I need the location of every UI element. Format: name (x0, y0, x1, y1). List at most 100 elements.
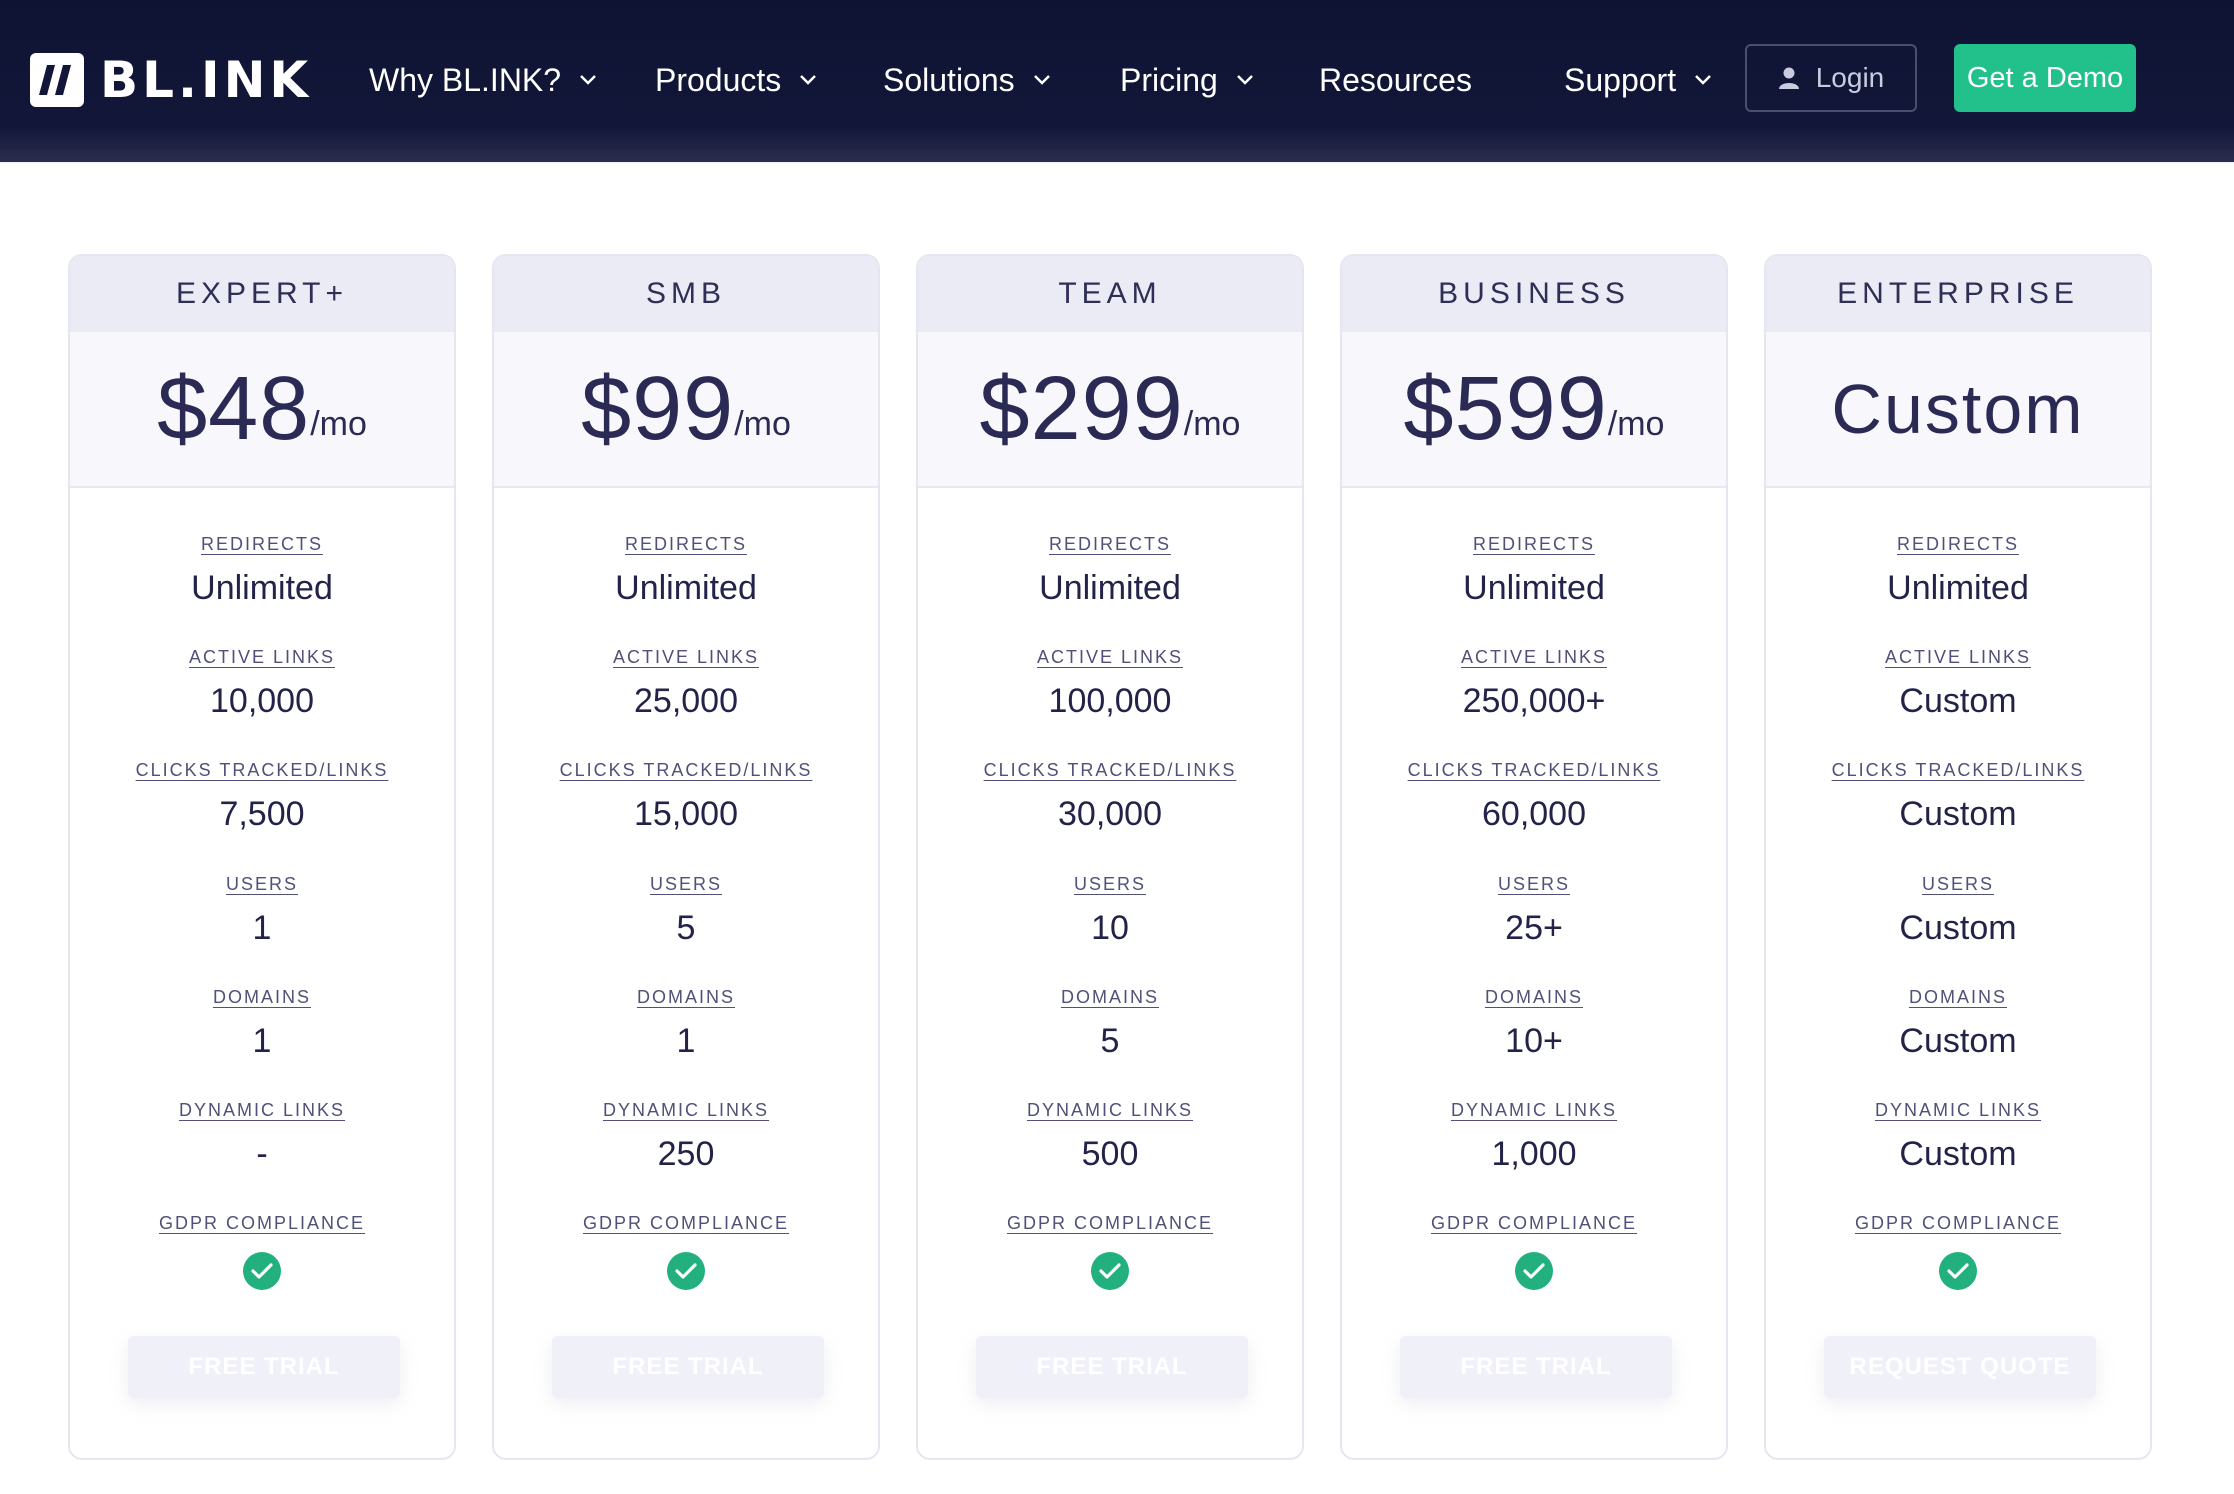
feature-label[interactable]: DYNAMIC LINKS (1766, 1100, 2150, 1121)
feature-label[interactable]: DYNAMIC LINKS (1342, 1100, 1726, 1121)
feature-value: 25+ (1505, 909, 1563, 947)
feature-value: Custom (1899, 1135, 2017, 1173)
feature-label[interactable]: DOMAINS (1342, 987, 1726, 1008)
feature-value: 5 (676, 909, 696, 947)
feature-label[interactable]: CLICKS TRACKED/LINKS (918, 760, 1302, 781)
plan-feature: USERS 25+ (1342, 874, 1726, 948)
plan-feature-gdpr: GDPR COMPLIANCE (494, 1213, 878, 1290)
feature-label[interactable]: GDPR COMPLIANCE (494, 1213, 878, 1234)
feature-label[interactable]: DYNAMIC LINKS (494, 1100, 878, 1121)
user-icon (1778, 67, 1799, 89)
plan-cta-button[interactable]: FREE TRIAL (552, 1336, 824, 1398)
plan-price-row: $299/mo (918, 332, 1302, 488)
feature-label[interactable]: GDPR COMPLIANCE (70, 1213, 454, 1234)
feature-value: Unlimited (1887, 569, 2029, 607)
plan-card: EXPERT+ $48/mo REDIRECTS Unlimited ACTIVE LI… (68, 254, 456, 1460)
plan-feature: DOMAINS Custom (1766, 987, 2150, 1061)
feature-label[interactable]: REDIRECTS (494, 534, 878, 555)
plan-price-unit: /mo (1183, 404, 1241, 443)
feature-label[interactable]: REDIRECTS (70, 534, 454, 555)
feature-value: Custom (1899, 909, 2017, 947)
chevron-down-icon (1695, 75, 1711, 85)
plan-feature: ACTIVE LINKS Custom (1766, 647, 2150, 721)
plan-feature: REDIRECTS Unlimited (1342, 534, 1726, 608)
feature-label[interactable]: GDPR COMPLIANCE (918, 1213, 1302, 1234)
plan-cta-button[interactable]: FREE TRIAL (976, 1336, 1248, 1398)
feature-value: 1 (676, 1022, 696, 1060)
plan-price-row: $599/mo (1342, 332, 1726, 488)
feature-label[interactable]: ACTIVE LINKS (70, 647, 454, 668)
feature-label[interactable]: USERS (70, 874, 454, 895)
plan-card: BUSINESS $599/mo REDIRECTS Unlimited ACTIVE … (1340, 254, 1728, 1460)
plan-feature-gdpr: GDPR COMPLIANCE (1342, 1213, 1726, 1290)
get-a-demo-button[interactable]: Get a Demo (1954, 44, 2136, 112)
login-button[interactable]: Login (1745, 44, 1917, 112)
plan-feature: USERS 10 (918, 874, 1302, 948)
feature-label[interactable]: CLICKS TRACKED/LINKS (494, 760, 878, 781)
plan-card: SMB $99/mo REDIRECTS Unlimited ACTIVE LINKS 2… (492, 254, 880, 1460)
nav-pricing[interactable]: Pricing (1120, 54, 1254, 106)
feature-label[interactable]: USERS (918, 874, 1302, 895)
feature-value: 1 (252, 909, 272, 947)
feature-label[interactable]: USERS (494, 874, 878, 895)
nav-resources[interactable]: Resources (1319, 54, 1472, 106)
feature-value: 500 (1081, 1135, 1139, 1173)
feature-label[interactable]: REDIRECTS (1766, 534, 2150, 555)
nav-support[interactable]: Support (1564, 54, 1712, 106)
feature-label[interactable]: ACTIVE LINKS (494, 647, 878, 668)
feature-label[interactable]: DYNAMIC LINKS (70, 1100, 454, 1121)
feature-label[interactable]: REDIRECTS (918, 534, 1302, 555)
plan-feature: DYNAMIC LINKS 500 (918, 1100, 1302, 1174)
feature-label[interactable]: DOMAINS (70, 987, 454, 1008)
plan-price-row: Custom (1766, 332, 2150, 488)
plan-cta-button[interactable]: FREE TRIAL (128, 1336, 400, 1398)
plan-cta-button[interactable]: REQUEST QUOTE (1824, 1336, 2096, 1398)
plan-name: BUSINESS (1342, 256, 1726, 332)
nav-resources-label: Resources (1319, 61, 1472, 98)
feature-label[interactable]: DYNAMIC LINKS (918, 1100, 1302, 1121)
plan-feature: ACTIVE LINKS 250,000+ (1342, 647, 1726, 721)
logo-slash-icon (30, 53, 84, 107)
feature-label[interactable]: USERS (1766, 874, 2150, 895)
plan-cta-button[interactable]: FREE TRIAL (1400, 1336, 1672, 1398)
plan-feature: USERS Custom (1766, 874, 2150, 948)
feature-value: Unlimited (191, 569, 333, 607)
feature-label[interactable]: CLICKS TRACKED/LINKS (1766, 760, 2150, 781)
top-navigation-bar: BL.INK Why BL.INK? Products Solutions Pr… (0, 0, 2234, 162)
nav-products[interactable]: Products (655, 54, 817, 106)
feature-label[interactable]: CLICKS TRACKED/LINKS (1342, 760, 1726, 781)
plan-feature: DYNAMIC LINKS 1,000 (1342, 1100, 1726, 1174)
plan-feature: REDIRECTS Unlimited (1766, 534, 2150, 608)
plan-feature: USERS 5 (494, 874, 878, 948)
plan-feature-gdpr: GDPR COMPLIANCE (70, 1213, 454, 1290)
feature-label[interactable]: CLICKS TRACKED/LINKS (70, 760, 454, 781)
nav-solutions[interactable]: Solutions (883, 54, 1051, 106)
plan-feature: DOMAINS 1 (70, 987, 454, 1061)
feature-label[interactable]: ACTIVE LINKS (918, 647, 1302, 668)
plan-feature-gdpr: GDPR COMPLIANCE (918, 1213, 1302, 1290)
feature-label[interactable]: USERS (1342, 874, 1726, 895)
plan-feature: CLICKS TRACKED/LINKS Custom (1766, 760, 2150, 834)
feature-label[interactable]: ACTIVE LINKS (1766, 647, 2150, 668)
feature-value: 5 (1100, 1022, 1120, 1060)
plan-feature: REDIRECTS Unlimited (918, 534, 1302, 608)
check-circle-icon (1939, 1252, 1977, 1290)
feature-value: Unlimited (1039, 569, 1181, 607)
plan-card: ENTERPRISE Custom REDIRECTS Unlimited ACTIVE… (1764, 254, 2152, 1460)
brand-logo[interactable]: BL.INK (30, 51, 312, 109)
nav-shadow (0, 150, 2234, 164)
feature-label[interactable]: GDPR COMPLIANCE (1766, 1213, 2150, 1234)
plan-feature: CLICKS TRACKED/LINKS 60,000 (1342, 760, 1726, 834)
feature-label[interactable]: DOMAINS (1766, 987, 2150, 1008)
plan-price: Custom (1831, 370, 2085, 448)
feature-label[interactable]: GDPR COMPLIANCE (1342, 1213, 1726, 1234)
feature-label[interactable]: ACTIVE LINKS (1342, 647, 1726, 668)
feature-label[interactable]: DOMAINS (918, 987, 1302, 1008)
feature-label[interactable]: REDIRECTS (1342, 534, 1726, 555)
feature-label[interactable]: DOMAINS (494, 987, 878, 1008)
plan-name: EXPERT+ (70, 256, 454, 332)
plan-feature: REDIRECTS Unlimited (70, 534, 454, 608)
nav-why-blink[interactable]: Why BL.INK? (369, 54, 597, 106)
feature-value: Custom (1899, 1022, 2017, 1060)
nav-solutions-label: Solutions (883, 61, 1015, 98)
